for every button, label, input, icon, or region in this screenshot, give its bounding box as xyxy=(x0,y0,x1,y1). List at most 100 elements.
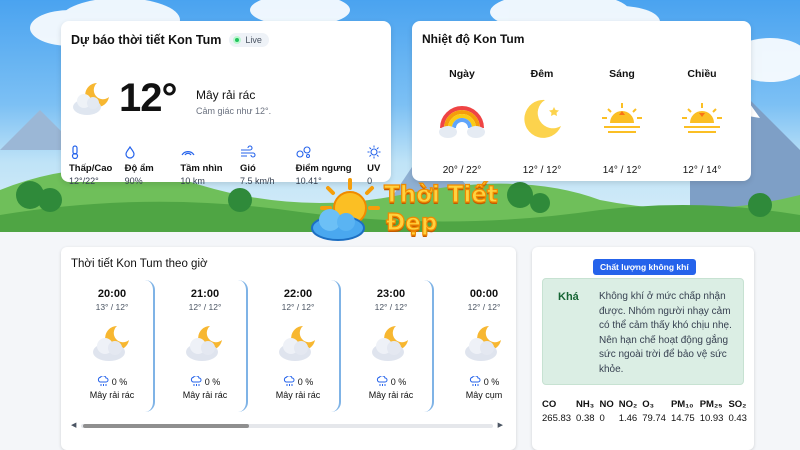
period-temps: 12° / 14° xyxy=(682,165,722,176)
metric-label: Thấp/Cao xyxy=(69,163,113,174)
day-periods: Ngày 20° / 22° Đêm 12° / 12° Sáng 14° / … xyxy=(422,68,742,176)
hour-precip-value: 0 % xyxy=(297,376,314,387)
hour-temp-range: 13° / 12° xyxy=(95,302,129,312)
rain-cloud-icon xyxy=(283,376,295,386)
hour-precip-value: 0 % xyxy=(390,376,407,387)
daily-temperature-card: Nhiệt độ Kon Tum Ngày 20° / 22° Đêm 12° … xyxy=(412,21,751,181)
period-name: Chiều xyxy=(687,68,717,80)
pollutant-item: O₃ 79.74 xyxy=(642,399,666,424)
pollutant-list: CO 265.83 NH₃ 0.38 NO 0 NO₂ 1.46 O₃ 79.74 PM₁₀ 14.7… xyxy=(542,399,747,424)
scrollbar-thumb[interactable] xyxy=(83,424,249,428)
live-dot-icon xyxy=(233,36,242,44)
hour-temp-range: 12° / 12° xyxy=(374,302,408,312)
pollutant-name: NO₂ xyxy=(618,399,638,410)
period-morning: Sáng 14° / 12° xyxy=(582,68,662,176)
sunrise-icon xyxy=(602,103,642,133)
air-quality-summary: Khá Không khí ở mức chấp nhận được. Nhóm… xyxy=(542,278,744,385)
live-badge: Live xyxy=(229,33,269,47)
metric-low-high: Thấp/Cao 12°/22° xyxy=(69,145,125,186)
hour-temp-range: 12° / 12° xyxy=(467,302,501,312)
visibility-icon xyxy=(181,151,195,156)
metric-value: 7.5 km/h xyxy=(239,176,275,186)
current-weather-card: Dự báo thời tiết Kon Tum Live 12° Mây rả… xyxy=(61,21,391,186)
moon-cloud-icon xyxy=(186,326,222,361)
crescent-moon-icon xyxy=(524,99,561,138)
pollutant-value: 265.83 xyxy=(542,413,572,424)
pollutant-item: PM₂₅ 10.93 xyxy=(700,399,724,424)
scroll-right-button[interactable]: ▶ xyxy=(498,422,503,430)
metric-label: Điểm ngưng xyxy=(295,163,352,174)
site-logo[interactable]: Thời Tiết Đẹp xyxy=(306,176,506,244)
feels-like-text: Cảm giác như 12°. xyxy=(196,106,272,116)
hour-temp-range: 12° / 12° xyxy=(188,302,222,312)
rain-cloud-icon xyxy=(97,376,109,386)
period-temps: 14° / 12° xyxy=(602,165,642,176)
pollutant-value: 0.38 xyxy=(576,413,595,424)
hourly-forecast-card: Thời tiết Kon Tum theo giờ 20:00 13° / 12… xyxy=(61,247,516,450)
hour-temp-range: 12° / 12° xyxy=(281,302,315,312)
pollutant-value: 1.46 xyxy=(618,413,638,424)
metric-visibility: Tầm nhìn 10 km xyxy=(180,145,240,186)
hour-time: 23:00 xyxy=(376,288,406,300)
metric-value: 12°/22° xyxy=(69,176,99,186)
moon-cloud-icon xyxy=(93,326,129,361)
hour-card: 23:00 12° / 12° 0 % Mây rải rác xyxy=(350,280,434,412)
pollutant-item: NH₃ 0.38 xyxy=(576,399,595,424)
hour-precip-value: 0 % xyxy=(204,376,221,387)
hourly-scroll-area[interactable]: 20:00 13° / 12° 0 % Mây rải rác 21:00 12° / 1… xyxy=(71,280,503,412)
humidity-icon xyxy=(125,145,135,159)
hour-condition: Mây cụm xyxy=(465,390,503,400)
period-name: Sáng xyxy=(609,68,635,80)
metric-label: Độ ẩm xyxy=(124,163,154,174)
pollutant-item: SO₂ 0.43 xyxy=(728,399,747,424)
horizontal-scrollbar[interactable]: ◀ ▶ xyxy=(71,422,503,430)
live-label: Live xyxy=(245,35,262,45)
wind-icon xyxy=(240,145,256,158)
hour-condition: Mây rải rác xyxy=(368,390,414,400)
hour-time: 22:00 xyxy=(283,288,313,300)
moon-cloud-icon xyxy=(372,326,408,361)
pollutant-name: NH₃ xyxy=(576,399,595,410)
hour-card: 00:00 12° / 12° 0 % Mây cụm xyxy=(443,280,503,412)
rain-cloud-icon xyxy=(376,376,388,386)
logo-text-line2: Đẹp xyxy=(385,209,438,236)
hour-card: 20:00 13° / 12° 0 % Mây rải rác xyxy=(71,280,155,412)
pollutant-value: 0 xyxy=(599,413,605,424)
period-name: Đêm xyxy=(530,68,554,80)
period-afternoon: Chiều 12° / 14° xyxy=(662,68,742,176)
daily-temperature-title: Nhiệt độ Kon Tum xyxy=(422,32,525,46)
period-day: Ngày 20° / 22° xyxy=(422,68,502,176)
hour-precipitation: 0 % xyxy=(164,376,246,387)
pollutant-name: CO xyxy=(542,399,557,410)
pollutant-value: 14.75 xyxy=(670,413,695,424)
air-quality-card: Chất lượng không khí Khá Không khí ở mức… xyxy=(532,247,754,450)
hour-condition: Mây rải rác xyxy=(89,390,135,400)
hour-precip-value: 0 % xyxy=(111,376,128,387)
hour-time: 20:00 xyxy=(97,288,127,300)
uv-icon xyxy=(367,145,381,159)
moon-cloud-icon xyxy=(71,79,113,122)
period-temps: 12° / 12° xyxy=(522,165,562,176)
pollutant-item: NO 0 xyxy=(600,399,614,424)
pollutant-item: PM₁₀ 14.75 xyxy=(671,399,695,424)
hourly-forecast-title: Thời tiết Kon Tum theo giờ xyxy=(71,258,208,270)
sunset-icon xyxy=(682,103,722,133)
hour-card: 21:00 12° / 12° 0 % Mây rải rác xyxy=(164,280,248,412)
hour-condition: Mây rải rác xyxy=(275,390,321,400)
air-quality-description: Không khí ở mức chấp nhận được. Nhóm ngư… xyxy=(599,291,732,375)
rain-cloud-icon xyxy=(190,376,202,386)
pollutant-name: O₃ xyxy=(642,399,654,410)
current-condition: Mây rải rác xyxy=(196,88,256,102)
rainbow-cloud-icon xyxy=(439,106,485,138)
metric-label: UV xyxy=(367,163,381,174)
metric-wind: Gió 7.5 km/h xyxy=(240,145,296,186)
metric-value: 10 km xyxy=(180,176,205,186)
pollutant-item: NO₂ 1.46 xyxy=(619,399,638,424)
hour-precipitation: 0 % xyxy=(443,376,503,387)
dew-point-icon xyxy=(296,146,311,158)
moon-cloud-icon xyxy=(465,326,501,361)
period-temps: 20° / 22° xyxy=(442,165,482,176)
hour-time: 00:00 xyxy=(469,288,499,300)
scroll-left-button[interactable]: ◀ xyxy=(71,422,76,430)
moon-cloud-icon xyxy=(279,326,315,361)
